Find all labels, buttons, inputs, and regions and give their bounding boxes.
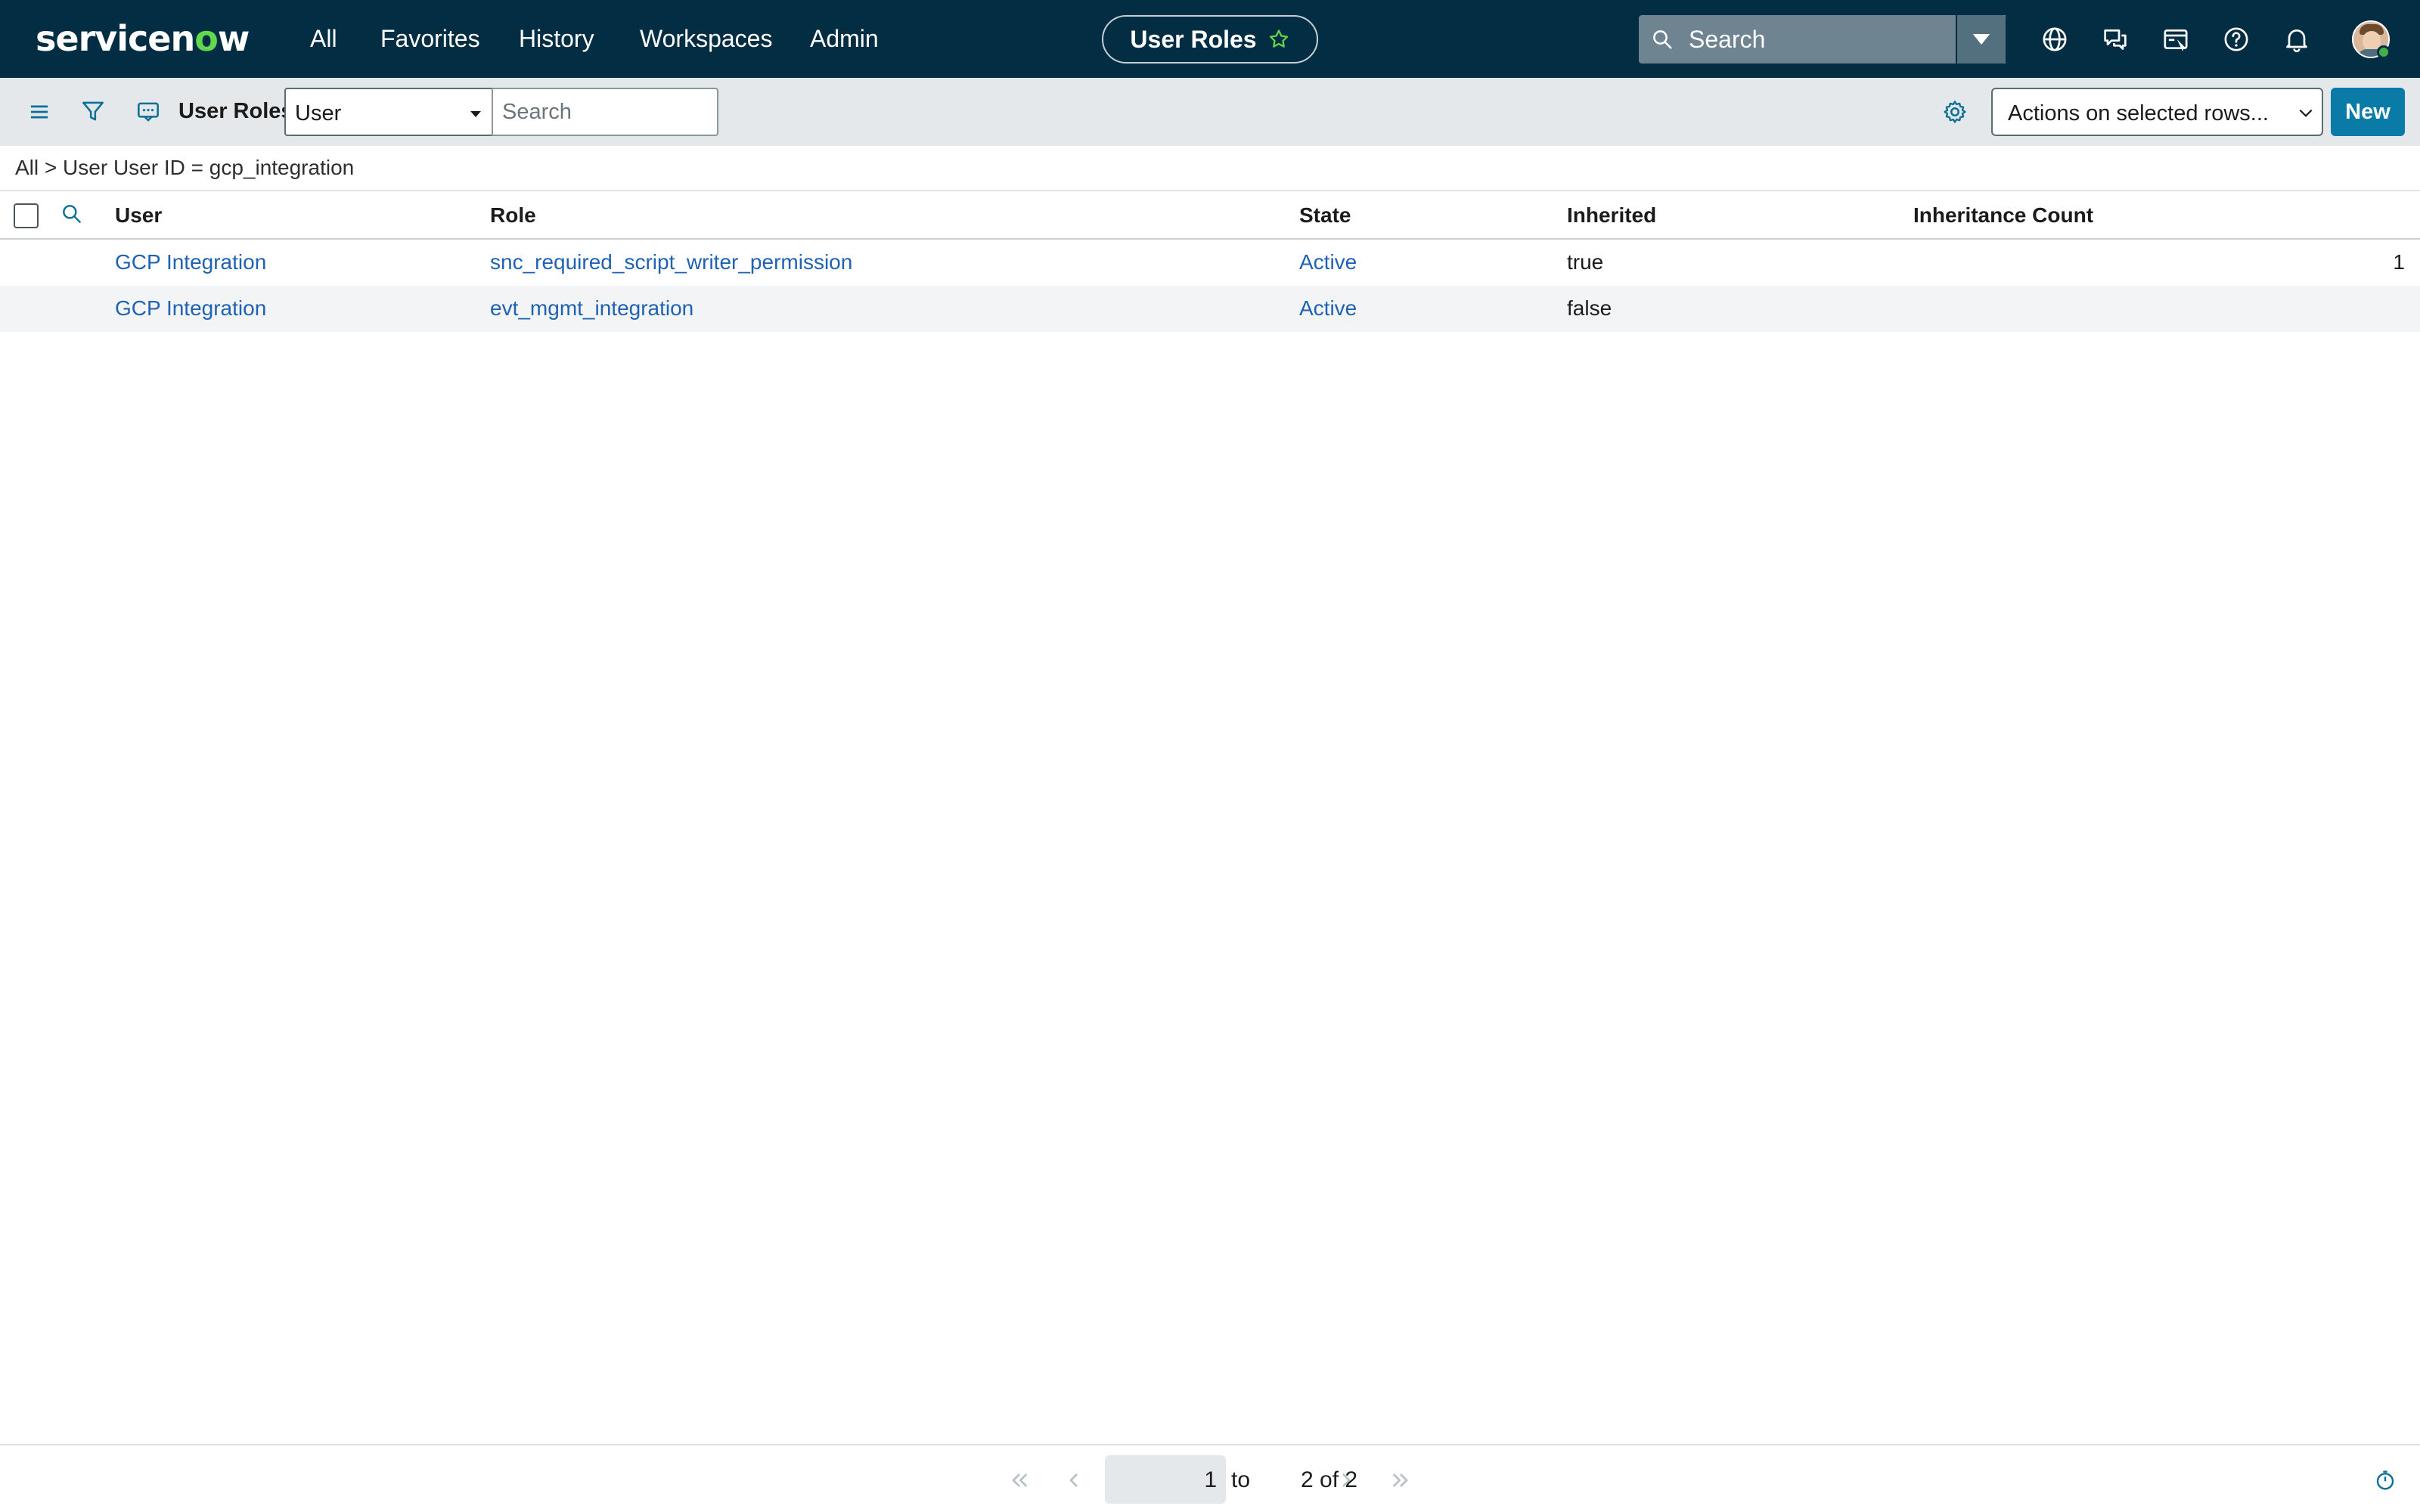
online-status-indicator	[2377, 45, 2391, 59]
breadcrumb-condition[interactable]: User User ID = gcp_integration	[63, 156, 354, 179]
pagination-range-end: 2	[1301, 1467, 1314, 1492]
cell-inherited: true	[1567, 250, 1604, 274]
logo-text-end: w	[217, 18, 250, 59]
chevron-down-icon	[2299, 109, 2313, 117]
list-search-input[interactable]	[493, 89, 717, 135]
gear-icon[interactable]	[1941, 98, 1969, 126]
table-header: User Role State Inherited Inheritance Co…	[0, 190, 2420, 240]
column-header-user[interactable]: User	[115, 203, 162, 228]
servicenow-logo[interactable]: servicen o w	[36, 13, 250, 64]
scratchpad-icon[interactable]	[2161, 24, 2191, 54]
breadcrumb-all[interactable]: All	[15, 156, 39, 179]
pagination-footer: 1 to 2 of 2	[0, 1444, 2420, 1512]
nav-all-menu[interactable]: All	[310, 17, 337, 60]
list-title: User Roles	[178, 99, 293, 123]
response-time-icon[interactable]	[2373, 1468, 2397, 1492]
table-row: GCP Integration snc_required_script_writ…	[0, 240, 2420, 286]
help-icon[interactable]	[2221, 24, 2251, 54]
table-row: GCP Integration evt_mgmt_integration Act…	[0, 286, 2420, 332]
nav-workspaces-menu[interactable]: Workspaces	[640, 17, 772, 60]
cell-role-link[interactable]: snc_required_script_writer_permission	[490, 250, 852, 274]
last-page-icon[interactable]	[1388, 1468, 1413, 1492]
previous-page-icon[interactable]	[1062, 1468, 1086, 1492]
page-number-input[interactable]: 1	[1105, 1455, 1226, 1504]
column-header-state[interactable]: State	[1299, 203, 1351, 228]
filter-icon[interactable]	[79, 97, 107, 125]
favorite-star-icon[interactable]	[1267, 28, 1290, 51]
list-search-field[interactable]	[492, 88, 718, 136]
cell-role-link[interactable]: evt_mgmt_integration	[490, 296, 693, 321]
cell-state-link[interactable]: Active	[1299, 250, 1357, 274]
select-all-checkbox[interactable]	[14, 203, 39, 228]
pagination-to-label: to	[1231, 1467, 1251, 1492]
logo-accent-letter: o	[194, 18, 219, 59]
search-field-selected-value: User	[295, 101, 342, 125]
breadcrumb: All > User User ID = gcp_integration	[15, 156, 354, 180]
global-search-placeholder: Search	[1689, 25, 1766, 53]
hamburger-menu-icon[interactable]	[25, 98, 54, 126]
actions-select-label: Actions on selected rows...	[2008, 101, 2269, 125]
global-search-input[interactable]: Search	[1639, 15, 2006, 64]
nav-history-menu[interactable]: History	[519, 17, 594, 60]
page-title-pill[interactable]: User Roles	[1102, 15, 1318, 64]
cell-inheritance-count: 1	[2393, 250, 2405, 274]
first-page-icon[interactable]	[1007, 1468, 1032, 1492]
search-field-select[interactable]: User	[284, 88, 493, 136]
cell-inherited: false	[1567, 296, 1612, 320]
globe-icon[interactable]	[2040, 24, 2070, 54]
column-header-inheritance-count[interactable]: Inheritance Count	[1913, 203, 2093, 228]
caret-down-icon	[1972, 34, 1990, 45]
column-search-icon[interactable]	[60, 202, 84, 226]
bell-icon[interactable]	[2282, 24, 2312, 54]
chat-icon[interactable]	[2100, 24, 2130, 54]
column-header-role[interactable]: Role	[490, 203, 536, 228]
search-icon	[1653, 30, 1672, 49]
search-scope-dropdown[interactable]	[1956, 15, 2006, 64]
current-page-value: 1	[1204, 1467, 1217, 1492]
cell-user-link[interactable]: GCP Integration	[115, 250, 266, 274]
actions-on-selected-rows-select[interactable]: Actions on selected rows...	[1991, 88, 2323, 136]
next-page-icon[interactable]	[1334, 1468, 1358, 1492]
caret-down-icon	[470, 111, 481, 117]
cell-user-link[interactable]: GCP Integration	[115, 296, 266, 321]
new-button[interactable]: New	[2331, 88, 2405, 136]
breadcrumb-separator: >	[44, 156, 57, 179]
nav-admin-menu[interactable]: Admin	[810, 17, 879, 60]
list-toolbar: User Roles User Actions on selected rows…	[0, 78, 2420, 146]
cell-state-link[interactable]: Active	[1299, 296, 1357, 321]
top-navigation-bar: servicen o w All Favorites History Workspa…	[0, 0, 2420, 78]
nav-favorites-menu[interactable]: Favorites	[380, 17, 480, 60]
context-menu-icon[interactable]	[134, 98, 163, 126]
column-header-inherited[interactable]: Inherited	[1567, 203, 1656, 228]
page-title: User Roles	[1130, 25, 1257, 53]
logo-text: servicen	[36, 18, 195, 59]
